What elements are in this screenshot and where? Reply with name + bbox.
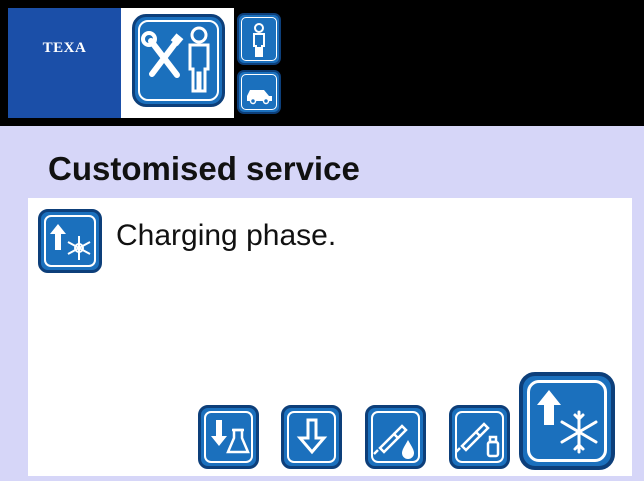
oil-injection-button[interactable] [365,405,426,469]
arrow-down-flask-icon [211,420,250,454]
arrow-up-snowflake-icon [537,390,598,454]
recovery-button[interactable] [198,405,259,469]
page-title: Customised service [48,150,360,187]
car-button[interactable] [237,70,281,114]
dropper-drop-icon [373,424,414,459]
car-icon [247,90,272,105]
person-button[interactable] [237,13,281,65]
charge-button[interactable] [519,372,615,470]
brand-name: TEXA [42,40,87,56]
person-icon [253,23,265,57]
charging-snowflake-icon [38,209,102,273]
uv-tracer-button[interactable] [449,405,510,469]
arrow-down-icon [296,418,328,455]
service-technician-icon[interactable] [132,14,225,107]
brand-logo: TEXA [8,8,121,118]
status-message: Charging phase. [116,219,337,252]
dropper-bottle-icon [455,422,500,458]
vacuum-button[interactable] [281,405,342,469]
